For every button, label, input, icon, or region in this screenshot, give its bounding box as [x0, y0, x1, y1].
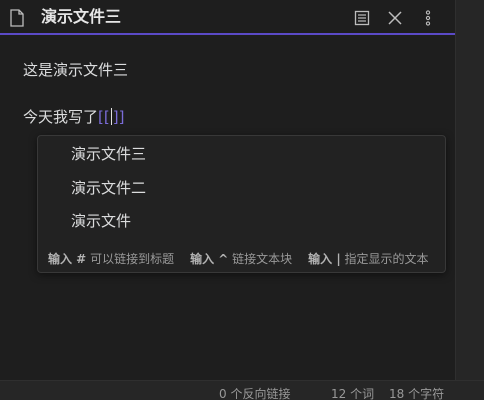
hint-desc: 指定显示的文本 [344, 252, 429, 266]
hint-alias: 输入 | 指定显示的文本 [308, 251, 428, 267]
editor-line-2-text: 今天我写了 [23, 108, 99, 126]
suggestion-hints: 输入 # 可以链接到标题 输入 ^ 链接文本块 输入 | 指定显示的文本 [48, 251, 445, 267]
app-window: 演示文件三 这是演示文件三 今天我写了[[]] 演示文件三 演示文件二 演示文… [0, 0, 484, 400]
hint-desc: 链接文本块 [232, 252, 293, 266]
reading-view-button[interactable] [352, 8, 372, 28]
suggestion-item[interactable]: 演示文件二 [71, 178, 146, 198]
link-close-brackets: ]] [112, 108, 125, 126]
status-char-count: 18 个字符 [389, 387, 445, 400]
status-bar: 0 个反向链接 12 个词 18 个字符 [0, 380, 484, 400]
link-open-brackets: [[ [98, 108, 110, 126]
hint-heading: 输入 # 可以链接到标题 [48, 251, 174, 267]
link-suggestion-popup: 演示文件三 演示文件二 演示文件 输入 # 可以链接到标题 输入 ^ 链接文本块输… [37, 135, 446, 273]
file-icon [9, 9, 25, 27]
hint-key: 输入 ^ [190, 252, 229, 266]
editor-line-2[interactable]: 今天我写了[[]] [23, 107, 124, 127]
suggestion-item[interactable]: 演示文件 [71, 211, 131, 231]
more-vertical-icon [425, 10, 431, 26]
right-sidebar-strip [455, 0, 484, 380]
page-title: 演示文件三 [41, 7, 122, 26]
suggestion-item[interactable]: 演示文件三 [71, 144, 146, 164]
status-word-count: 12 个词 [331, 387, 375, 400]
hint-key: 输入 # [48, 252, 87, 266]
hint-block: 输入 ^ 链接文本块 [190, 251, 292, 267]
close-button[interactable] [385, 8, 405, 28]
close-icon [388, 11, 402, 25]
more-options-button[interactable] [418, 8, 438, 28]
tab-header: 演示文件三 [0, 0, 455, 35]
hint-key: 输入 | [308, 252, 341, 266]
text-caret [110, 108, 112, 125]
status-backlinks[interactable]: 0 个反向链接 [219, 385, 290, 400]
editor-line-1[interactable]: 这是演示文件三 [23, 60, 128, 80]
hint-desc: 可以链接到标题 [90, 252, 175, 266]
editor-pane: 演示文件三 这是演示文件三 今天我写了[[]] 演示文件三 演示文件二 演示文… [0, 0, 455, 380]
reading-view-icon [354, 10, 370, 26]
